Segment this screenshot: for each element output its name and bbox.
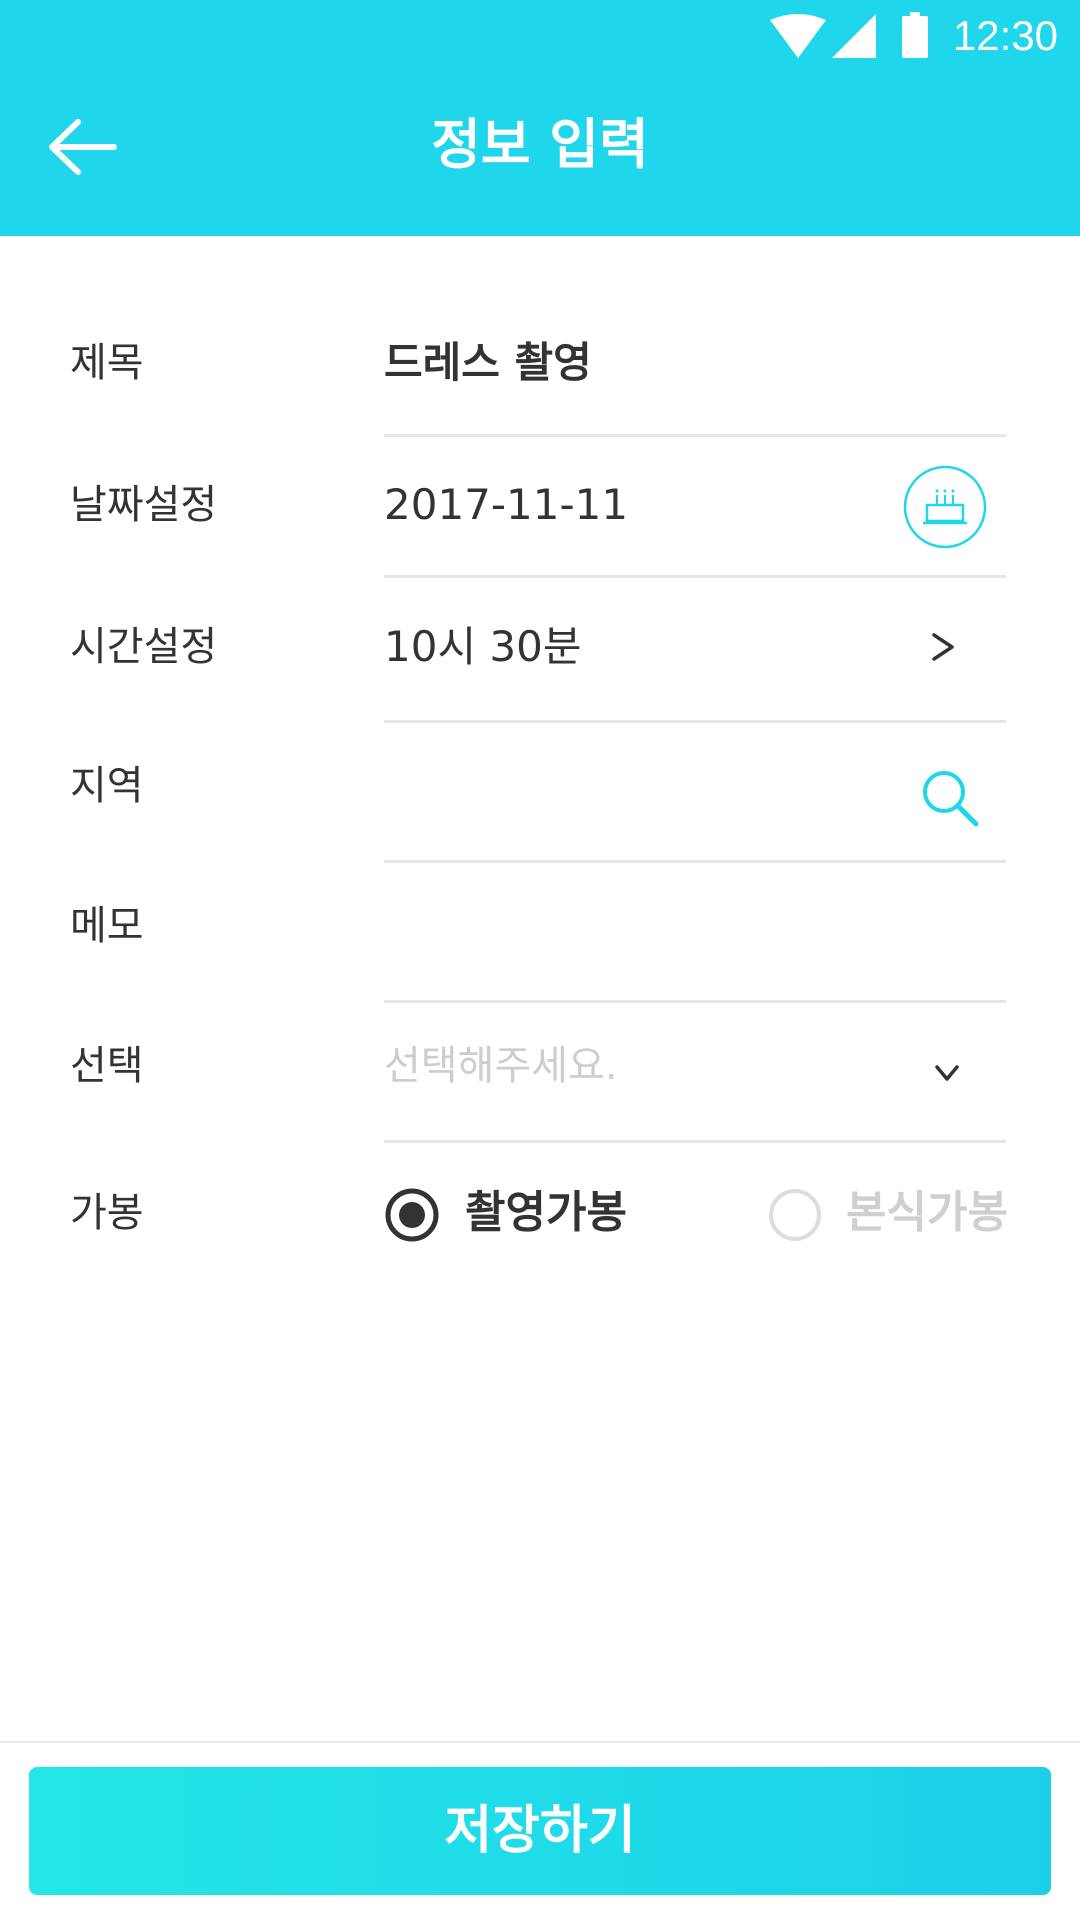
title-field[interactable]: 드레스 촬영 (384, 333, 592, 393)
select-dropdown[interactable]: 선택해주세요. (384, 1036, 618, 1096)
time-label: 시간설정 (70, 624, 218, 670)
footer-divider (0, 1741, 1080, 1743)
memo-label: 메모 (70, 903, 144, 949)
battery-icon (902, 12, 928, 58)
app-bar: 12:30 정보 입력 (0, 0, 1080, 236)
gabong-label: 가봉 (70, 1190, 144, 1236)
status-bar: 12:30 (0, 0, 1080, 72)
chevron-right-icon[interactable] (928, 627, 958, 667)
radio-button-selected[interactable] (382, 1185, 442, 1245)
divider (384, 720, 1006, 723)
wifi-icon (770, 14, 826, 58)
date-field[interactable]: 2017-11-11 (384, 475, 628, 535)
signal-icon (832, 14, 876, 58)
divider (384, 1000, 1006, 1003)
radio-label-gabong-shoot[interactable]: 촬영가봉 (465, 1183, 627, 1243)
region-field[interactable] (384, 756, 884, 816)
cake-calendar-icon[interactable] (903, 465, 987, 549)
status-time: 12:30 (952, 12, 1058, 59)
save-button[interactable]: 저장하기 (29, 1767, 1051, 1895)
divider (384, 1140, 1006, 1143)
time-field[interactable]: 10시 30분 (384, 617, 582, 677)
page-title: 정보 입력 (431, 113, 649, 176)
memo-field[interactable] (384, 896, 984, 956)
divider (384, 434, 1006, 437)
select-label: 선택 (70, 1043, 144, 1089)
title-label: 제목 (70, 340, 144, 386)
divider (384, 860, 1006, 863)
radio-label-gabong-ceremony[interactable]: 본식가봉 (846, 1183, 1008, 1243)
chevron-down-icon[interactable] (932, 1058, 962, 1088)
radio-button-unselected[interactable] (765, 1185, 825, 1245)
divider (384, 575, 1006, 578)
region-label: 지역 (70, 763, 144, 809)
save-button-label: 저장하기 (444, 1802, 636, 1860)
date-label: 날짜설정 (70, 482, 218, 528)
search-icon[interactable] (918, 766, 982, 830)
